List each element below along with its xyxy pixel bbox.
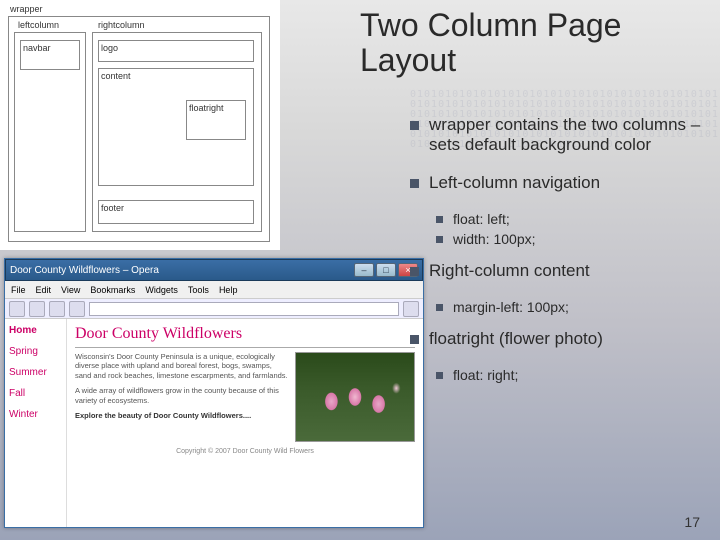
menu-item[interactable]: Help xyxy=(219,285,238,295)
paragraph: Wisconsin's Door County Peninsula is a u… xyxy=(75,352,289,380)
subbullet-margin-left: margin-left: 100px; xyxy=(436,299,705,315)
browser-window: Door County Wildflowers – Opera – □ × Fi… xyxy=(4,258,424,528)
bullet-leftcol: Left-column navigation xyxy=(410,173,705,193)
nav-link[interactable]: Fall xyxy=(9,388,62,399)
subbullet-text: width: 100px; xyxy=(453,231,536,247)
nav-link[interactable]: Spring xyxy=(9,346,62,357)
address-input[interactable] xyxy=(89,302,399,316)
subbullet-text: float: right; xyxy=(453,367,518,383)
back-button[interactable] xyxy=(9,301,25,317)
box-footer: footer xyxy=(98,200,254,224)
menu-item[interactable]: View xyxy=(61,285,80,295)
site-heading: Door County Wildflowers xyxy=(75,325,415,348)
box-logo: logo xyxy=(98,40,254,62)
square-bullet-icon xyxy=(436,236,443,243)
label-floatright: floatright xyxy=(189,103,224,113)
label-footer: footer xyxy=(101,203,124,213)
nav-link[interactable]: Winter xyxy=(9,409,62,420)
label-logo: logo xyxy=(101,43,118,53)
window-title: Door County Wildflowers – Opera xyxy=(10,265,159,276)
subbullet-float-right: float: right; xyxy=(436,367,705,383)
bullet-floatright: floatright (flower photo) xyxy=(410,329,705,349)
slide-title: Two Column Page Layout xyxy=(360,8,700,78)
label-content: content xyxy=(101,71,131,81)
square-bullet-icon xyxy=(436,216,443,223)
menu-item[interactable]: File xyxy=(11,285,26,295)
bullet-wrapper: wrapper contains the two columns – sets … xyxy=(410,115,705,155)
bullet-list: wrapper contains the two columns – sets … xyxy=(410,115,705,387)
page-number: 17 xyxy=(684,514,700,530)
bullet-text: floatright (flower photo) xyxy=(429,329,603,349)
paragraph: Explore the beauty of Door County Wildfl… xyxy=(75,411,289,420)
label-rightcolumn: rightcolumn xyxy=(98,20,145,30)
square-bullet-icon xyxy=(410,179,419,188)
box-navbar: navbar xyxy=(20,40,80,70)
square-bullet-icon xyxy=(410,121,419,130)
browser-menubar: File Edit View Bookmarks Widgets Tools H… xyxy=(5,281,423,299)
subbullet-float-left: float: left; xyxy=(436,211,705,227)
bullet-text: wrapper contains the two columns – sets … xyxy=(429,115,705,155)
menu-item[interactable]: Widgets xyxy=(145,285,178,295)
window-titlebar: Door County Wildflowers – Opera – □ × xyxy=(5,259,423,281)
subbullet-text: margin-left: 100px; xyxy=(453,299,569,315)
wireframe-diagram: wrapper leftcolumn rightcolumn navbar lo… xyxy=(0,0,280,250)
forward-button[interactable] xyxy=(29,301,45,317)
label-navbar: navbar xyxy=(23,43,51,53)
copyright-text: Copyright © 2007 Door County Wild Flower… xyxy=(75,448,415,455)
left-navigation: Home Spring Summer Fall Winter xyxy=(5,319,67,527)
square-bullet-icon xyxy=(436,372,443,379)
square-bullet-icon xyxy=(410,267,419,276)
bullet-text: Left-column navigation xyxy=(429,173,600,193)
square-bullet-icon xyxy=(436,304,443,311)
bullet-text: Right-column content xyxy=(429,261,590,281)
body-text: Wisconsin's Door County Peninsula is a u… xyxy=(75,352,289,442)
box-floatright: floatright xyxy=(186,100,246,140)
nav-link[interactable]: Home xyxy=(9,325,62,336)
paragraph: A wide array of wildflowers grow in the … xyxy=(75,386,289,405)
label-leftcolumn: leftcolumn xyxy=(18,20,59,30)
label-wrapper: wrapper xyxy=(10,4,43,14)
flower-photo xyxy=(295,352,415,442)
home-button[interactable] xyxy=(69,301,85,317)
maximize-button[interactable]: □ xyxy=(376,263,396,277)
address-bar xyxy=(5,299,423,319)
subbullet-text: float: left; xyxy=(453,211,510,227)
subbullet-width: width: 100px; xyxy=(436,231,705,247)
nav-link[interactable]: Summer xyxy=(9,367,62,378)
page-content: Home Spring Summer Fall Winter Door Coun… xyxy=(5,319,423,527)
minimize-button[interactable]: – xyxy=(354,263,374,277)
menu-item[interactable]: Edit xyxy=(36,285,52,295)
right-column: Door County Wildflowers Wisconsin's Door… xyxy=(67,319,423,527)
menu-item[interactable]: Tools xyxy=(188,285,209,295)
square-bullet-icon xyxy=(410,335,419,344)
menu-item[interactable]: Bookmarks xyxy=(90,285,135,295)
bullet-rightcol: Right-column content xyxy=(410,261,705,281)
reload-button[interactable] xyxy=(49,301,65,317)
